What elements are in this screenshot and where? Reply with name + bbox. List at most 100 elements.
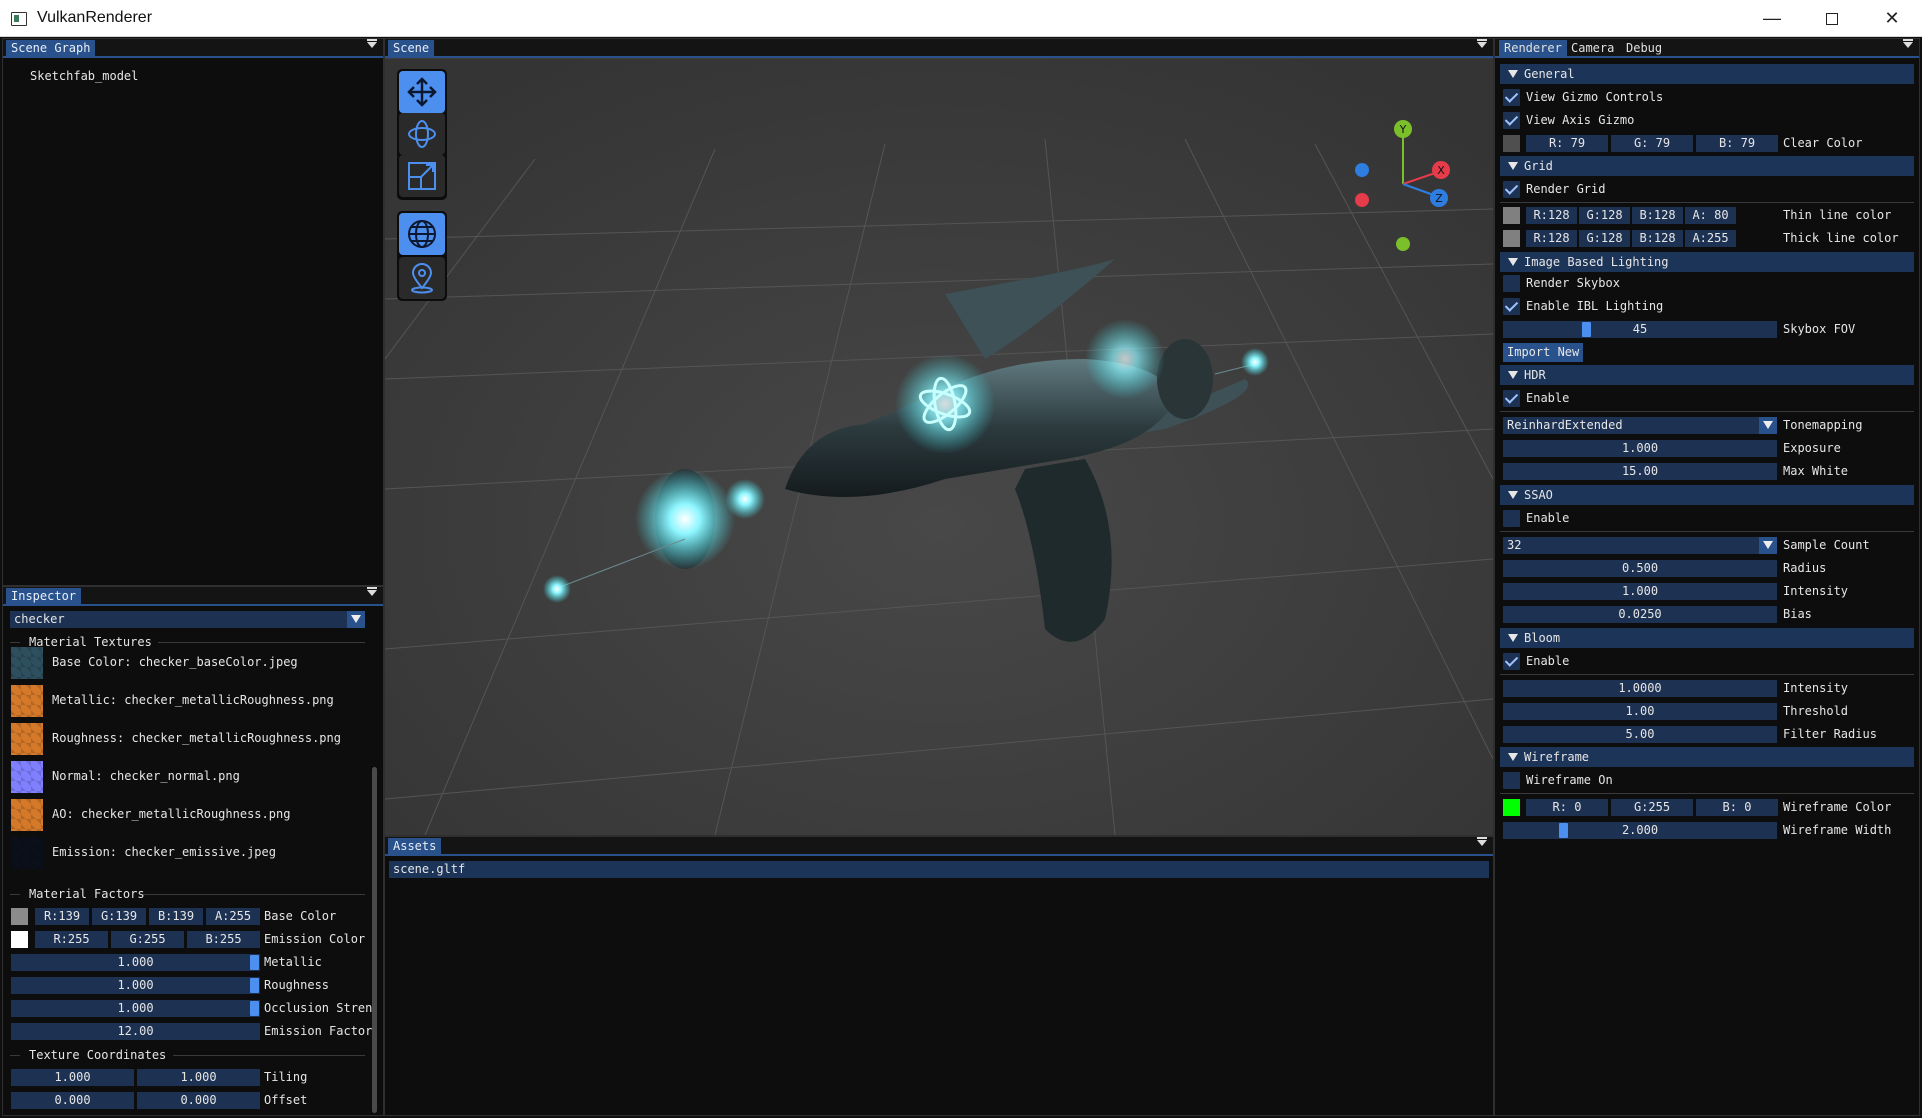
- panel-menu-icon[interactable]: [367, 39, 377, 48]
- bloom-header[interactable]: Bloom: [1500, 628, 1914, 648]
- clear-color-g[interactable]: G: 79: [1611, 135, 1693, 152]
- panel-menu-icon[interactable]: [367, 587, 377, 596]
- wireframe-color-r[interactable]: R: 0: [1526, 799, 1608, 816]
- ssao-header[interactable]: SSAO: [1500, 485, 1914, 505]
- clear-color-swatch[interactable]: [1503, 135, 1520, 152]
- tonemapping-select[interactable]: ReinhardExtended: [1503, 417, 1777, 434]
- scene-viewport[interactable]: Y X Z: [385, 59, 1493, 835]
- wireframe-width-grab[interactable]: [1559, 823, 1568, 838]
- thick-line-color-a[interactable]: A:255: [1685, 230, 1736, 247]
- texture-thumbnail[interactable]: [11, 685, 43, 717]
- tab-camera[interactable]: Camera: [1566, 40, 1619, 57]
- emission-factor-field[interactable]: 12.00: [11, 1023, 260, 1040]
- ibl-header[interactable]: Image Based Lighting: [1500, 252, 1914, 272]
- hdr-enable-checkbox[interactable]: [1503, 390, 1520, 407]
- close-button[interactable]: ✕: [1862, 0, 1922, 37]
- grid-header[interactable]: Grid: [1500, 156, 1914, 176]
- world-space-button[interactable]: [399, 213, 445, 255]
- ssao-bias-field[interactable]: 0.0250: [1503, 606, 1777, 623]
- general-header[interactable]: General: [1500, 64, 1914, 84]
- hdr-header[interactable]: HDR: [1500, 365, 1914, 385]
- view-axis-checkbox[interactable]: [1503, 112, 1520, 129]
- render-skybox-checkbox[interactable]: [1503, 275, 1520, 292]
- panel-menu-icon[interactable]: [1903, 39, 1913, 48]
- thin-line-color-g[interactable]: G:128: [1579, 207, 1630, 224]
- skybox-fov-field[interactable]: 45: [1503, 321, 1777, 338]
- tab-debug[interactable]: Debug: [1621, 40, 1667, 57]
- emission-color-swatch[interactable]: [11, 931, 28, 948]
- panel-menu-icon[interactable]: [1477, 39, 1487, 48]
- sample-count-select[interactable]: 32: [1503, 537, 1777, 554]
- wireframe-color-b[interactable]: B: 0: [1696, 799, 1778, 816]
- base-color-a[interactable]: A:255: [206, 908, 260, 925]
- wireframe-on-checkbox[interactable]: [1503, 772, 1520, 789]
- maximize-button[interactable]: [1802, 0, 1862, 37]
- offset-u-field[interactable]: 0.000: [11, 1092, 134, 1109]
- thin-line-color-r[interactable]: R:128: [1526, 207, 1577, 224]
- bloom-threshold-field[interactable]: 1.00: [1503, 703, 1777, 720]
- scene-tab[interactable]: Scene: [388, 40, 435, 57]
- emission-color-b[interactable]: B:255: [187, 931, 260, 948]
- texture-thumbnail[interactable]: [11, 647, 43, 679]
- max-white-field[interactable]: 15.00: [1503, 463, 1777, 480]
- base-color-b[interactable]: B:139: [149, 908, 203, 925]
- emission-color-r[interactable]: R:255: [35, 931, 108, 948]
- bloom-filter-radius-field[interactable]: 5.00: [1503, 726, 1777, 743]
- factor-slider[interactable]: 1.000: [11, 977, 260, 994]
- wireframe-color-g[interactable]: G:255: [1611, 799, 1693, 816]
- skybox-fov-grab[interactable]: [1582, 322, 1591, 337]
- thin-line-color-swatch[interactable]: [1503, 207, 1520, 224]
- material-select[interactable]: checker: [10, 611, 365, 628]
- asset-item[interactable]: scene.gltf: [389, 861, 1489, 878]
- ssao-radius-field[interactable]: 0.500: [1503, 560, 1777, 577]
- inspector-scrollbar[interactable]: [372, 767, 377, 1113]
- tree-item[interactable]: Sketchfab_model: [30, 68, 138, 85]
- inspector-tab[interactable]: Inspector: [6, 588, 82, 605]
- ssao-intensity-field[interactable]: 1.000: [1503, 583, 1777, 600]
- base-color-swatch[interactable]: [11, 908, 28, 925]
- texture-thumbnail[interactable]: [11, 723, 43, 755]
- minimize-button[interactable]: —: [1742, 0, 1802, 37]
- slider-grab[interactable]: [250, 955, 259, 970]
- thin-line-color-b[interactable]: B:128: [1632, 207, 1683, 224]
- thick-line-color-swatch[interactable]: [1503, 230, 1520, 247]
- factor-slider[interactable]: 1.000: [11, 954, 260, 971]
- thick-line-color-g[interactable]: G:128: [1579, 230, 1630, 247]
- bloom-enable-checkbox[interactable]: [1503, 653, 1520, 670]
- thick-line-color-b[interactable]: B:128: [1632, 230, 1683, 247]
- tiling-v-field[interactable]: 1.000: [137, 1069, 260, 1086]
- emission-color-g[interactable]: G:255: [111, 931, 184, 948]
- slider-grab[interactable]: [250, 1001, 259, 1016]
- import-new-button[interactable]: Import New: [1503, 343, 1584, 362]
- slider-grab[interactable]: [250, 978, 259, 993]
- texture-thumbnail[interactable]: [11, 761, 43, 793]
- base-color-g[interactable]: G:139: [92, 908, 146, 925]
- texture-thumbnail[interactable]: [11, 837, 43, 869]
- rotate-button[interactable]: [399, 113, 445, 155]
- thin-line-color-a[interactable]: A: 80: [1685, 207, 1736, 224]
- texture-thumbnail[interactable]: [11, 799, 43, 831]
- local-space-button[interactable]: [399, 257, 445, 299]
- enable-ibl-checkbox[interactable]: [1503, 298, 1520, 315]
- wireframe-width-field[interactable]: 2.000: [1503, 822, 1777, 839]
- wireframe-header[interactable]: Wireframe: [1500, 747, 1914, 767]
- offset-v-field[interactable]: 0.000: [137, 1092, 260, 1109]
- render-grid-checkbox[interactable]: [1503, 181, 1520, 198]
- tab-renderer[interactable]: Renderer: [1499, 40, 1567, 57]
- view-gizmo-checkbox[interactable]: [1503, 89, 1520, 106]
- exposure-field[interactable]: 1.000: [1503, 440, 1777, 457]
- clear-color-r[interactable]: R: 79: [1526, 135, 1608, 152]
- factor-slider[interactable]: 1.000: [11, 1000, 260, 1017]
- ssao-enable-checkbox[interactable]: [1503, 510, 1520, 527]
- assets-tab[interactable]: Assets: [388, 838, 442, 855]
- translate-button[interactable]: [399, 71, 445, 113]
- bloom-intensity-field[interactable]: 1.0000: [1503, 680, 1777, 697]
- scene-graph-tab[interactable]: Scene Graph: [6, 40, 96, 57]
- base-color-r[interactable]: R:139: [35, 908, 89, 925]
- tiling-u-field[interactable]: 1.000: [11, 1069, 134, 1086]
- clear-color-b[interactable]: B: 79: [1696, 135, 1778, 152]
- panel-menu-icon[interactable]: [1477, 837, 1487, 846]
- scale-button[interactable]: [399, 155, 445, 197]
- thick-line-color-r[interactable]: R:128: [1526, 230, 1577, 247]
- wireframe-color-swatch[interactable]: [1503, 799, 1520, 816]
